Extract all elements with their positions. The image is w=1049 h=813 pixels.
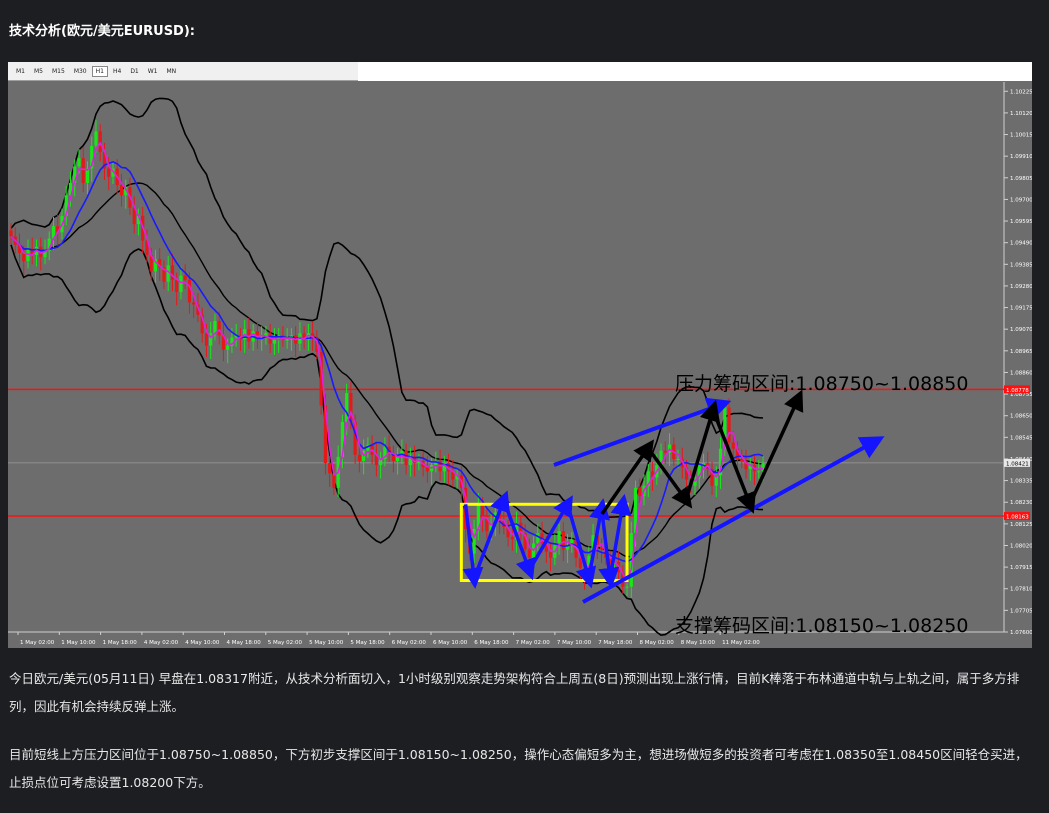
candle-body (536, 533, 540, 544)
x-tick-label: 5 May 18:00 (350, 640, 385, 646)
resistance-zone-label: 压力筹码区间:1.08750~1.08850 (675, 373, 968, 395)
candle-body (285, 339, 289, 341)
x-tick-label: 5 May 02:00 (268, 640, 303, 646)
y-tick-label: 1.08545 (1010, 435, 1032, 441)
y-tick-label: 1.07915 (1010, 565, 1032, 571)
y-tick-label: 1.07810 (1010, 587, 1032, 593)
support-zone-label: 支撑筹码区间:1.08150~1.08250 (675, 615, 968, 637)
candle-body (192, 302, 196, 305)
candle-body (757, 471, 761, 473)
candle-body (175, 279, 179, 293)
x-tick-label: 7 May 02:00 (516, 640, 551, 646)
candle-body (94, 131, 98, 146)
timeframe-button-h1[interactable]: H1 (91, 65, 108, 77)
x-tick-label: 6 May 02:00 (392, 640, 427, 646)
timeframe-button-d1[interactable]: D1 (126, 66, 142, 77)
candle-body (217, 320, 221, 336)
candle-body (345, 393, 349, 422)
x-tick-label: 7 May 18:00 (598, 640, 633, 646)
timeframe-toolbar: M1 M5 M15 M30 H1 H4 D1 W1 MN (8, 62, 358, 81)
y-tick-label: 1.08230 (1010, 500, 1032, 506)
candle-body (179, 275, 183, 293)
y-tick-label: 1.08335 (1010, 479, 1032, 485)
x-tick-label: 4 May 02:00 (144, 640, 179, 646)
candle-body (676, 458, 680, 460)
analysis-paragraph-1: 今日欧元/美元(05月11日) 早盘在1.08317附近，从技术分析面切入，1小… (9, 671, 1020, 714)
timeframe-button-m1[interactable]: M1 (12, 66, 29, 77)
y-tick-label: 1.08650 (1010, 414, 1032, 420)
y-tick-label: 1.10225 (1010, 89, 1032, 95)
y-tick-label: 1.07705 (1010, 608, 1032, 614)
price-chart[interactable]: 1.10225 1.10120 1.10015 1.09910 1.09805 1.097… (8, 62, 1032, 648)
candle-body (328, 463, 332, 474)
x-tick-label: 11 May 02:00 (722, 640, 760, 646)
x-tick-label: 6 May 18:00 (474, 640, 509, 646)
timeframe-button-m30[interactable]: M30 (70, 66, 91, 77)
analysis-paragraph-2: 目前短线上方压力区间位于1.08750~1.08850，下方初步支撑区间于1.0… (9, 747, 1028, 790)
y-tick-label: 1.09805 (1010, 176, 1032, 182)
candle-body (9, 230, 13, 237)
y-tick-label: 1.09910 (1010, 154, 1032, 160)
candle-body (77, 158, 81, 167)
x-tick-label: 5 May 10:00 (309, 640, 344, 646)
candle-body (98, 131, 102, 153)
candle-body (187, 279, 192, 303)
candle-body (425, 467, 429, 472)
timeframe-button-m15[interactable]: M15 (48, 66, 69, 77)
candle-body (272, 339, 277, 344)
y-tick-label: 1.08020 (1010, 543, 1032, 549)
y-tick-label: 1.10015 (1010, 133, 1032, 139)
candle-body (527, 549, 531, 558)
candle-body (638, 487, 642, 497)
x-tick-label: 1 May 02:00 (20, 640, 55, 646)
x-tick-label: 4 May 10:00 (185, 640, 220, 646)
timeframe-button-m5[interactable]: M5 (30, 66, 47, 77)
candle-body (204, 333, 209, 346)
y-tick-label: 1.09280 (1010, 284, 1032, 290)
y-tick-label: 1.08860 (1010, 370, 1032, 376)
timeframe-button-w1[interactable]: W1 (144, 66, 162, 77)
timeframe-button-mn[interactable]: MN (163, 66, 181, 77)
page-heading: 技术分析(欧元/美元EURUSD): (9, 24, 195, 39)
chart-toolbar-blank (358, 62, 1032, 81)
candle-body (183, 275, 187, 280)
x-tick-label: 8 May 02:00 (640, 640, 675, 646)
x-tick-label: 7 May 10:00 (557, 640, 592, 646)
candle-body (625, 586, 629, 588)
candle-body (548, 551, 553, 558)
candlestick-chart-svg: 1.10225 1.10120 1.10015 1.09910 1.09805 1.097… (8, 62, 1032, 648)
y-tick-label: 1.08965 (1010, 349, 1032, 355)
x-tick-label: 1 May 18:00 (103, 640, 138, 646)
y-tick-label: 1.09595 (1010, 219, 1032, 225)
candle-body (226, 345, 230, 350)
y-tick-label: 1.08125 (1010, 522, 1032, 528)
y-tick-label: 1.09175 (1010, 306, 1032, 312)
x-tick-label: 1 May 10:00 (61, 640, 96, 646)
x-tick-label: 4 May 18:00 (227, 640, 262, 646)
candle-body (81, 158, 85, 183)
candle-body (357, 454, 361, 462)
x-tick-label: 8 May 10:00 (681, 640, 716, 646)
y-tick-label: 1.09490 (1010, 241, 1032, 247)
price-scale-area (1004, 82, 1032, 648)
candle-body (663, 450, 667, 453)
current-price-label: 1.08421 (1006, 461, 1029, 467)
x-tick-label: 6 May 10:00 (433, 640, 468, 646)
y-tick-label: 1.10120 (1010, 111, 1032, 117)
candle-body (731, 442, 735, 449)
plot-background (8, 62, 1032, 648)
timeframe-button-h4[interactable]: H4 (109, 66, 125, 77)
y-tick-label: 1.09070 (1010, 327, 1032, 333)
level-price-label: 1.08778 (1006, 388, 1029, 394)
candle-body (599, 547, 604, 550)
level-price-label: 1.08163 (1006, 515, 1029, 521)
candle-body (510, 537, 514, 540)
y-tick-label: 1.09700 (1010, 197, 1032, 203)
y-tick-label: 1.07600 (1010, 630, 1032, 636)
candle-body (170, 265, 175, 280)
candle-body (119, 184, 124, 196)
y-tick-label: 1.09385 (1010, 262, 1032, 268)
candle-body (22, 252, 26, 262)
candle-body (107, 168, 111, 177)
